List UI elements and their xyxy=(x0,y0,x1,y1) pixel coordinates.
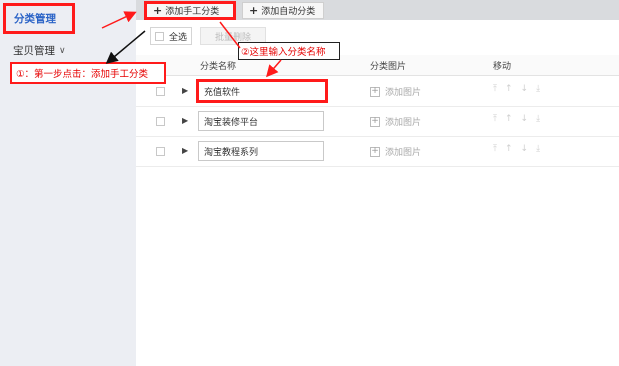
add-image-label: 添加图片 xyxy=(385,118,422,128)
move-down-icon[interactable]: ↓ xyxy=(521,114,529,124)
move-down-icon[interactable]: ↓ xyxy=(521,84,529,94)
toolbar: + 添加手工分类 + 添加自动分类 xyxy=(136,0,619,20)
select-all-button[interactable]: 全选 xyxy=(150,27,192,45)
move-controls: ⤒ ↑ ↓ ⤓ xyxy=(493,144,540,154)
table-row: ▶ + 添加图片 ⤒ ↑ ↓ ⤓ xyxy=(136,136,619,167)
move-controls: ⤒ ↑ ↓ ⤓ xyxy=(493,114,540,124)
move-controls: ⤒ ↑ ↓ ⤓ xyxy=(493,84,540,94)
plus-box-icon: + xyxy=(370,86,380,97)
move-top-icon[interactable]: ⤒ xyxy=(493,84,497,94)
sidebar: 分类管理 宝贝管理 ∨ xyxy=(0,0,136,366)
add-image-button[interactable]: + 添加图片 xyxy=(370,145,421,158)
table-header: 分类名称 分类图片 移动 xyxy=(136,55,619,76)
chevron-down-icon: ∨ xyxy=(59,45,66,56)
move-bottom-icon[interactable]: ⤓ xyxy=(536,84,540,94)
row-checkbox[interactable] xyxy=(156,117,165,126)
move-up-icon[interactable]: ↑ xyxy=(505,84,513,94)
move-bottom-icon[interactable]: ⤓ xyxy=(536,144,540,154)
annotation-step-2-text: ②这里输入分类名称 xyxy=(241,47,326,58)
nav-category-manage[interactable]: 分类管理 xyxy=(3,3,75,34)
table-row: ▶ + 添加图片 ⤒ ↑ ↓ ⤓ xyxy=(136,106,619,137)
select-all-label: 全选 xyxy=(169,32,188,43)
select-all-checkbox[interactable] xyxy=(155,31,164,41)
nav-category-manage-label: 分类管理 xyxy=(14,13,56,25)
move-top-icon[interactable]: ⤒ xyxy=(493,114,497,124)
plus-icon: + xyxy=(249,4,259,17)
batch-delete-label: 批量删除 xyxy=(214,32,251,43)
add-image-button[interactable]: + 添加图片 xyxy=(370,115,421,128)
category-name-input[interactable] xyxy=(198,141,324,161)
move-up-icon[interactable]: ↑ xyxy=(505,114,513,124)
add-auto-category-button[interactable]: + 添加自动分类 xyxy=(242,2,324,19)
plus-icon: + xyxy=(153,4,163,17)
move-top-icon[interactable]: ⤒ xyxy=(493,144,497,154)
column-header-move: 移动 xyxy=(493,62,512,72)
add-image-label: 添加图片 xyxy=(385,148,422,158)
add-image-button[interactable]: + 添加图片 xyxy=(370,85,421,98)
nav-goods-manage[interactable]: 宝贝管理 ∨ xyxy=(13,43,66,58)
plus-box-icon: + xyxy=(370,146,380,157)
plus-box-icon: + xyxy=(370,116,380,127)
column-header-name: 分类名称 xyxy=(200,62,237,72)
add-image-label: 添加图片 xyxy=(385,88,422,98)
move-down-icon[interactable]: ↓ xyxy=(521,144,529,154)
row-checkbox[interactable] xyxy=(156,147,165,156)
column-header-image: 分类图片 xyxy=(370,62,407,72)
annotation-step-1-text: ①：第一步点击：添加手工分类 xyxy=(16,69,149,80)
expand-triangle-icon[interactable]: ▶ xyxy=(182,116,188,125)
add-manual-category-button[interactable]: + 添加手工分类 xyxy=(144,1,236,20)
row-checkbox[interactable] xyxy=(156,87,165,96)
annotation-step-1: ①：第一步点击：添加手工分类 xyxy=(10,62,166,84)
nav-goods-manage-label: 宝贝管理 xyxy=(13,45,55,57)
category-name-input[interactable] xyxy=(196,79,328,103)
expand-triangle-icon[interactable]: ▶ xyxy=(182,86,188,95)
expand-triangle-icon[interactable]: ▶ xyxy=(182,146,188,155)
sub-toolbar: 全选 批量删除 xyxy=(136,20,619,48)
category-name-input[interactable] xyxy=(198,111,324,131)
move-up-icon[interactable]: ↑ xyxy=(505,144,513,154)
add-auto-category-label: 添加自动分类 xyxy=(261,7,316,17)
annotation-step-2: ②这里输入分类名称 xyxy=(238,42,340,60)
add-manual-category-label: 添加手工分类 xyxy=(165,7,220,17)
table-row: ▶ + 添加图片 ⤒ ↑ ↓ ⤓ xyxy=(136,76,619,107)
move-bottom-icon[interactable]: ⤓ xyxy=(536,114,540,124)
